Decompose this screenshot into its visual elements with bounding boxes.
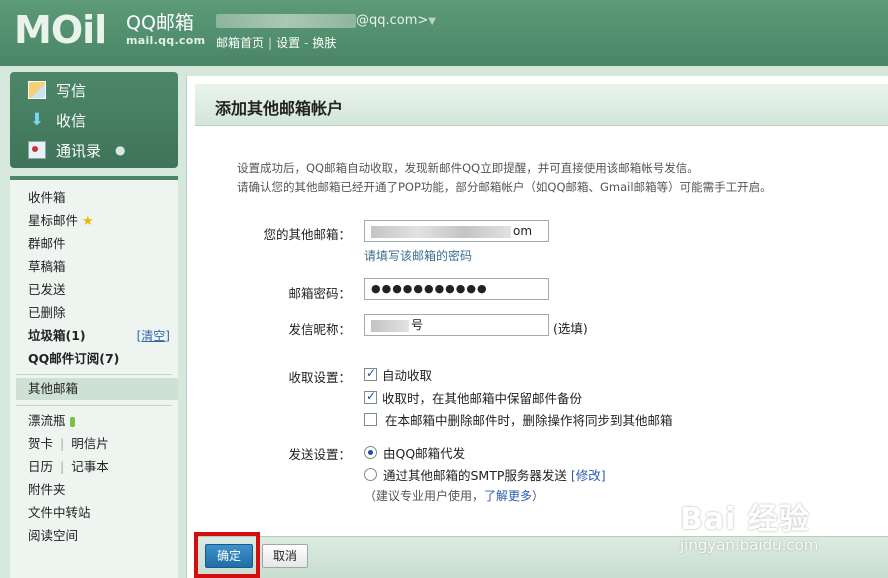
chat-bubble-icon[interactable]: ● [115, 143, 125, 157]
nickname-value-blurred [371, 319, 409, 332]
account-switcher[interactable]: @qq.com>▼ [216, 13, 436, 28]
folder-subscriptions[interactable]: QQ邮件订阅(7) [28, 349, 119, 369]
link-separator: - [304, 36, 309, 50]
calendar-row: 日历 | 记事本 [28, 457, 109, 477]
send-via-qq-radio[interactable] [364, 446, 377, 459]
email-suffix: om [513, 224, 533, 238]
mailbox-home-link[interactable]: 邮箱首页 [216, 36, 264, 50]
nickname-label: 发信昵称： [288, 322, 351, 337]
link-separator: | [268, 36, 273, 50]
send-via-smtp-radio[interactable] [364, 468, 377, 481]
confirm-button[interactable]: 确定 [205, 544, 253, 568]
send-via-smtp-label: 通过其他邮箱的SMTP服务器发送 [383, 468, 567, 483]
email-field[interactable]: om [364, 220, 549, 242]
star-icon: ★ [82, 214, 94, 229]
folder-sidebar: 收件箱 星标邮件 ★ 群邮件 草稿箱 已发送 已删除 垃圾箱(1) [清空] QQ… [10, 176, 178, 578]
brand: QQ邮箱 mail.qq.com [126, 12, 205, 48]
separator: | [60, 459, 65, 474]
learn-more-link[interactable]: 了解更多 [484, 487, 532, 504]
clear-spam-link[interactable]: [清空] [137, 326, 170, 346]
header-links: 邮箱首页 | 设置 - 换肤 [216, 34, 336, 51]
receive-label: 收信 [56, 111, 87, 130]
password-field[interactable]: ●●●●●●●●●●● [364, 278, 549, 300]
send-via-qq-option[interactable]: 由QQ邮箱代发 [364, 443, 465, 462]
app-header: MOil QQ邮箱 mail.qq.com @qq.com>▼ 邮箱首页 | 设置 -… [0, 0, 888, 66]
drift-bottle-link[interactable]: 漂流瓶 [28, 411, 75, 431]
skin-link[interactable]: 换肤 [312, 36, 336, 50]
page-title: 添加其他邮箱帐户 [215, 99, 344, 118]
compose-icon [28, 81, 46, 99]
drift-bottle-label: 漂流瓶 [28, 413, 66, 428]
keep-backup-label: 收取时，在其他邮箱中保留邮件备份 [382, 391, 583, 406]
contacts-button[interactable]: 通讯录 ● [28, 140, 126, 160]
modify-smtp-link[interactable]: [修改] [571, 465, 606, 484]
keep-backup-option[interactable]: 收取时，在其他邮箱中保留邮件备份 [364, 388, 582, 407]
folder-group[interactable]: 群邮件 [28, 234, 66, 254]
smtp-note: （建议专业用户使用， 了解更多） [364, 487, 544, 504]
compose-label: 写信 [56, 81, 87, 100]
auto-receive-label: 自动收取 [382, 368, 433, 383]
folder-spam[interactable]: 垃圾箱(1) [28, 326, 86, 346]
calendar-link[interactable]: 日历 [28, 459, 53, 474]
folder-starred-label: 星标邮件 [28, 213, 79, 228]
smtp-note-suffix: ） [532, 489, 545, 503]
baidu-watermark: Bai 经验 jingyan.baidu.com [680, 494, 818, 554]
folder-sent[interactable]: 已发送 [28, 280, 66, 300]
contacts-icon [28, 141, 46, 159]
brand-subtitle: mail.qq.com [126, 34, 206, 47]
postcard-link[interactable]: 明信片 [71, 436, 109, 451]
cancel-button[interactable]: 取消 [262, 544, 308, 568]
sidebar-actions: 写信 ⬇ 收信 通讯录 ● [10, 72, 178, 168]
sync-delete-option[interactable]: 在本邮箱中删除邮件时，删除操作将同步到其他邮箱 [364, 410, 673, 429]
logo-mark: MOil [14, 8, 107, 52]
nickname-field[interactable]: 号 [364, 314, 549, 336]
optional-note: (选填) [553, 321, 588, 336]
auto-receive-option[interactable]: 自动收取 [364, 365, 432, 384]
keep-backup-checkbox[interactable] [364, 389, 377, 404]
folder-inbox[interactable]: 收件箱 [28, 188, 66, 208]
notebook-link[interactable]: 记事本 [71, 459, 109, 474]
folder-other-mailboxes[interactable]: 其他邮箱 [28, 379, 78, 399]
email-label: 您的其他邮箱： [263, 227, 351, 242]
email-value-blurred [371, 225, 511, 238]
receive-button[interactable]: ⬇ 收信 [28, 110, 86, 130]
send-via-qq-label: 由QQ邮箱代发 [383, 446, 466, 461]
watermark-logo: Bai 经验 [680, 502, 810, 537]
sync-delete-label: 在本邮箱中删除邮件时，删除操作将同步到其他邮箱 [385, 413, 673, 428]
divider [16, 405, 172, 406]
divider [16, 374, 172, 375]
email-hint: 请填写该邮箱的密码 [364, 249, 473, 263]
nickname-suffix: 号 [411, 318, 424, 332]
bottle-icon [69, 416, 75, 427]
cards-row: 贺卡 | 明信片 [28, 434, 109, 454]
receive-settings-label: 收取设置： [288, 370, 351, 385]
folder-drafts[interactable]: 草稿箱 [28, 257, 66, 277]
download-icon: ⬇ [29, 110, 45, 130]
greeting-card-link[interactable]: 贺卡 [28, 436, 53, 451]
separator: | [60, 436, 65, 451]
intro-text-2: 请确认您的其他邮箱已经开通了POP功能，部分邮箱帐户（如QQ邮箱、Gmail邮箱… [237, 180, 772, 194]
reading-space-link[interactable]: 阅读空间 [28, 526, 78, 546]
auto-receive-checkbox[interactable] [364, 366, 377, 381]
intro-text-1: 设置成功后，QQ邮箱自动收取，发现新邮件QQ立即提醒，并可直接使用该邮箱帐号发信… [237, 161, 699, 175]
password-label: 邮箱密码： [288, 286, 351, 301]
account-domain: @qq.com> [356, 13, 429, 28]
send-via-smtp-option[interactable]: 通过其他邮箱的SMTP服务器发送 [修改] [364, 465, 606, 484]
account-name-blurred [216, 13, 356, 28]
send-settings-label: 发送设置： [288, 447, 351, 462]
contacts-label: 通讯录 [56, 141, 102, 160]
brand-title: QQ邮箱 [126, 12, 194, 34]
file-transfer-link[interactable]: 文件中转站 [28, 503, 91, 523]
panel-header: 添加其他邮箱帐户 [195, 84, 888, 126]
attachments-link[interactable]: 附件夹 [28, 480, 66, 500]
folder-starred[interactable]: 星标邮件 ★ [28, 211, 94, 231]
chevron-down-icon: ▼ [428, 16, 436, 27]
compose-button[interactable]: 写信 [28, 80, 86, 100]
settings-link[interactable]: 设置 [276, 36, 300, 50]
smtp-note-prefix: （建议专业用户使用， [364, 489, 485, 503]
folder-deleted[interactable]: 已删除 [28, 303, 66, 323]
qq-mail-logo[interactable]: MOil [14, 8, 124, 52]
sync-delete-checkbox[interactable] [364, 413, 377, 426]
watermark-url: jingyan.baidu.com [680, 536, 819, 554]
